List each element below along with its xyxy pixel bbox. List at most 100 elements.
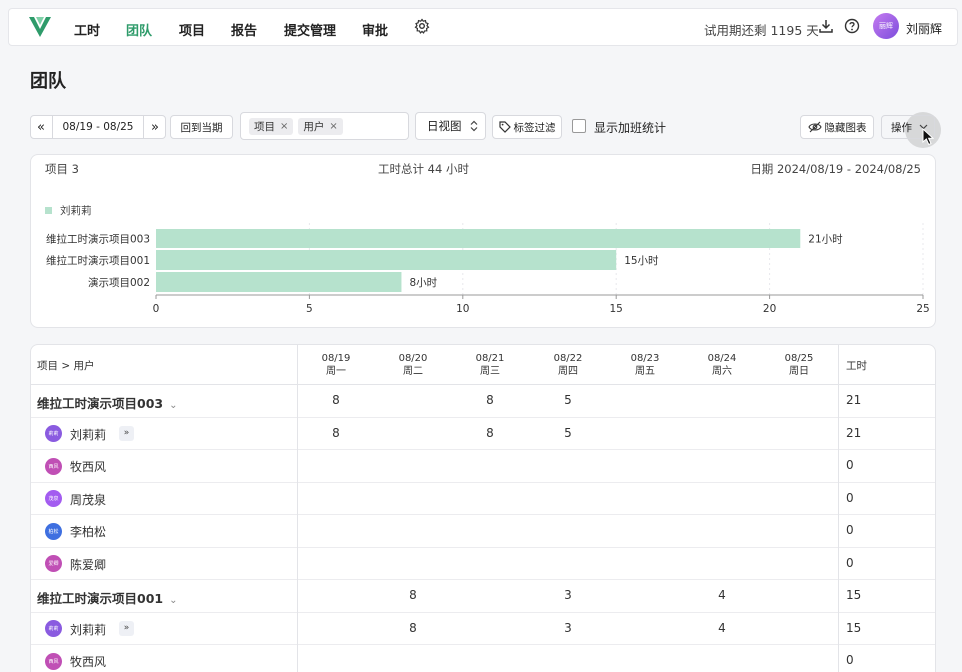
- header-day: 08/25 周日: [764, 352, 834, 378]
- category-label: 维拉工时演示项目001: [46, 254, 150, 267]
- view-select[interactable]: 日视图: [415, 112, 486, 140]
- nav-submission[interactable]: 提交管理: [284, 20, 336, 39]
- nav-projects[interactable]: 项目: [179, 20, 205, 39]
- header-date: 08/19: [321, 353, 351, 364]
- help-icon[interactable]: [844, 18, 860, 34]
- row-total: 0: [846, 555, 854, 570]
- nav-worktime[interactable]: 工时: [74, 20, 100, 39]
- day-cell[interactable]: 8: [455, 426, 525, 440]
- project-name[interactable]: 维拉工时演示项目001 ⌄: [37, 588, 177, 607]
- user-avatar: 莉莉: [45, 620, 62, 638]
- header-date: 08/20: [398, 353, 428, 364]
- tag-user: 用户 ×: [298, 117, 343, 135]
- day-cell[interactable]: 8: [378, 588, 448, 602]
- logo-icon[interactable]: [27, 15, 53, 39]
- eye-off-icon: [807, 121, 822, 133]
- user-row[interactable]: 西风 牧西风 0: [31, 450, 935, 483]
- x-tick-label: 0: [153, 303, 160, 315]
- tag-icon: [498, 121, 511, 133]
- row-total: 21: [846, 425, 862, 440]
- expand-user-button[interactable]: »: [119, 426, 134, 442]
- user-name: 陈爱卿: [70, 557, 107, 572]
- gear-icon[interactable]: [414, 18, 430, 34]
- date-range-picker[interactable]: 08/19 - 08/25: [51, 116, 145, 138]
- user-row[interactable]: 茂泉 周茂泉 0: [31, 483, 935, 515]
- header-hours: 工时: [846, 360, 867, 372]
- header-weekday: 周五: [635, 366, 655, 377]
- hours-table: 项目 > 用户 08/19 周一 08/20 周二 08/21 周三 08/22 周四 08/2…: [30, 344, 936, 672]
- actions-label: 操作: [891, 121, 912, 134]
- user-row[interactable]: 柏松 李柏松 0: [31, 515, 935, 548]
- mouse-cursor-icon: [922, 128, 934, 146]
- current-period-button[interactable]: 回到当期: [170, 115, 233, 139]
- day-cell[interactable]: 3: [533, 621, 603, 635]
- page-title: 团队: [30, 71, 66, 92]
- data-label: 8小时: [409, 277, 437, 289]
- top-navbar: 工时 团队 项目 报告 提交管理 审批 试用期还剩 1195 天 丽辉 刘丽辉: [8, 8, 958, 46]
- header-date: 08/25: [784, 353, 814, 364]
- bar-1[interactable]: [156, 250, 617, 270]
- project-row[interactable]: 维拉工时演示项目001 ⌄ 8 3 4 15: [31, 580, 935, 613]
- user-avatar: 西风: [45, 652, 62, 670]
- header-weekday: 周一: [326, 366, 346, 377]
- nav-team[interactable]: 团队: [126, 20, 152, 39]
- day-cell[interactable]: 8: [301, 426, 371, 440]
- next-week-button[interactable]: »: [151, 120, 159, 135]
- user-row[interactable]: 莉莉 刘莉莉» 8 8 5 21: [31, 418, 935, 450]
- row-total: 0: [846, 523, 854, 538]
- project-name-text: 维拉工时演示项目003: [37, 396, 164, 412]
- day-cell[interactable]: 4: [687, 588, 757, 602]
- project-row[interactable]: 维拉工时演示项目003 ⌄ 8 8 5 21: [31, 385, 935, 418]
- day-cell[interactable]: 8: [455, 393, 525, 407]
- user-name: 周茂泉: [70, 492, 107, 507]
- project-name-text: 维拉工时演示项目001: [37, 591, 164, 607]
- tag-filter-button[interactable]: 标签过滤: [492, 115, 562, 139]
- header-weekday: 周六: [712, 366, 732, 377]
- day-cell[interactable]: 5: [533, 426, 603, 440]
- user-avatar: 柏松: [45, 522, 62, 540]
- prev-week-button[interactable]: «: [37, 120, 45, 135]
- user-name: 刘莉莉: [70, 427, 107, 442]
- user-row[interactable]: 西风 牧西风 0: [31, 645, 935, 672]
- close-icon[interactable]: ×: [280, 121, 288, 132]
- row-total: 15: [846, 620, 862, 635]
- day-cell[interactable]: 3: [533, 588, 603, 602]
- header-day: 08/19 周一: [301, 352, 371, 378]
- overtime-checkbox[interactable]: [572, 119, 586, 133]
- download-icon[interactable]: [818, 18, 834, 34]
- day-cell[interactable]: 8: [378, 621, 448, 635]
- chevron-down-icon[interactable]: ⌄: [169, 595, 177, 606]
- day-cell[interactable]: 8: [301, 393, 371, 407]
- day-cell[interactable]: 5: [533, 393, 603, 407]
- header-weekday: 周四: [558, 366, 578, 377]
- row-total: 0: [846, 653, 854, 668]
- day-cell[interactable]: 4: [687, 621, 757, 635]
- tag-project: 项目 ×: [249, 117, 294, 135]
- user-name: 刘莉莉: [70, 622, 107, 637]
- group-by-select[interactable]: 项目 × 用户 ×: [240, 112, 409, 140]
- data-label: 15小时: [624, 255, 659, 267]
- user-avatar[interactable]: 丽辉: [873, 13, 899, 39]
- user-row[interactable]: 爱卿 陈爱卿 0: [31, 548, 935, 580]
- nav-approval[interactable]: 审批: [362, 20, 388, 39]
- username[interactable]: 刘丽辉: [906, 20, 942, 37]
- chevron-down-icon[interactable]: ⌄: [169, 400, 177, 411]
- expand-user-button[interactable]: »: [119, 621, 134, 637]
- overtime-label: 显示加班统计: [594, 121, 667, 135]
- project-name[interactable]: 维拉工时演示项目003 ⌄: [37, 393, 177, 412]
- user-avatar: 爱卿: [45, 555, 62, 573]
- close-icon[interactable]: ×: [329, 121, 337, 132]
- header-day: 08/23 周五: [610, 352, 680, 378]
- header-date: 08/22: [553, 353, 583, 364]
- trial-remaining: 试用期还剩 1195 天: [704, 23, 819, 38]
- bar-0[interactable]: [156, 229, 801, 248]
- header-day: 08/21 周三: [455, 352, 525, 378]
- data-label: 21小时: [808, 234, 843, 246]
- user-avatar: 莉莉: [45, 425, 62, 443]
- row-total: 15: [846, 588, 862, 603]
- header-day: 08/24 周六: [687, 352, 757, 378]
- user-row[interactable]: 莉莉 刘莉莉 » 8 3 4 15: [31, 613, 935, 645]
- hide-chart-button[interactable]: 隐藏图表: [800, 115, 874, 139]
- nav-reports[interactable]: 报告: [231, 20, 257, 39]
- bar-2[interactable]: [156, 272, 402, 292]
